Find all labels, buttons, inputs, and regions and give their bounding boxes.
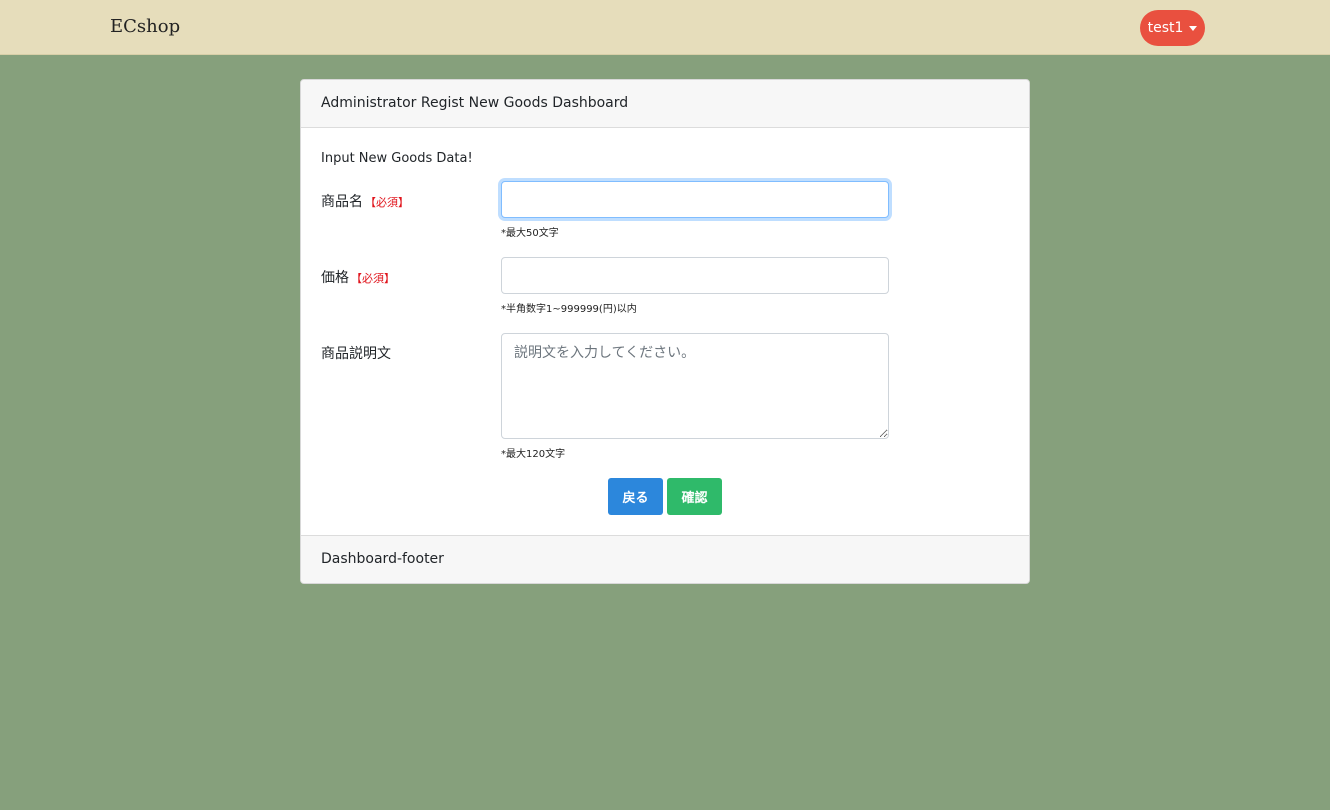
brand-logo[interactable]: ECshop: [110, 16, 180, 37]
caret-down-icon: [1189, 25, 1198, 31]
required-badge: 【必須】: [351, 272, 395, 285]
price-hint: *半角数字1~999999(円)以内: [501, 304, 637, 315]
description-label: 商品説明文: [321, 346, 391, 362]
price-input[interactable]: [501, 257, 889, 294]
form-intro: Input New Goods Data!: [321, 151, 473, 166]
goods-name-input[interactable]: [501, 181, 889, 218]
price-label: 価格 【必須】: [321, 267, 395, 287]
description-textarea[interactable]: [501, 333, 889, 439]
goods-name-label-text: 商品名: [321, 194, 363, 210]
goods-name-label: 商品名 【必須】: [321, 191, 409, 211]
required-badge: 【必須】: [365, 196, 409, 209]
top-navbar: ECshop test1: [0, 0, 1330, 55]
confirm-button[interactable]: 確認: [667, 478, 722, 515]
regist-goods-card: Administrator Regist New Goods Dashboard…: [300, 79, 1030, 584]
description-hint: *最大120文字: [501, 449, 566, 460]
goods-name-hint: *最大50文字: [501, 228, 559, 239]
card-footer: Dashboard-footer: [301, 535, 1029, 583]
back-button[interactable]: 戻る: [608, 478, 663, 515]
user-menu-button[interactable]: test1: [1140, 10, 1205, 46]
user-menu-label: test1: [1147, 20, 1184, 36]
card-header: Administrator Regist New Goods Dashboard: [301, 80, 1029, 128]
price-label-text: 価格: [321, 270, 349, 286]
